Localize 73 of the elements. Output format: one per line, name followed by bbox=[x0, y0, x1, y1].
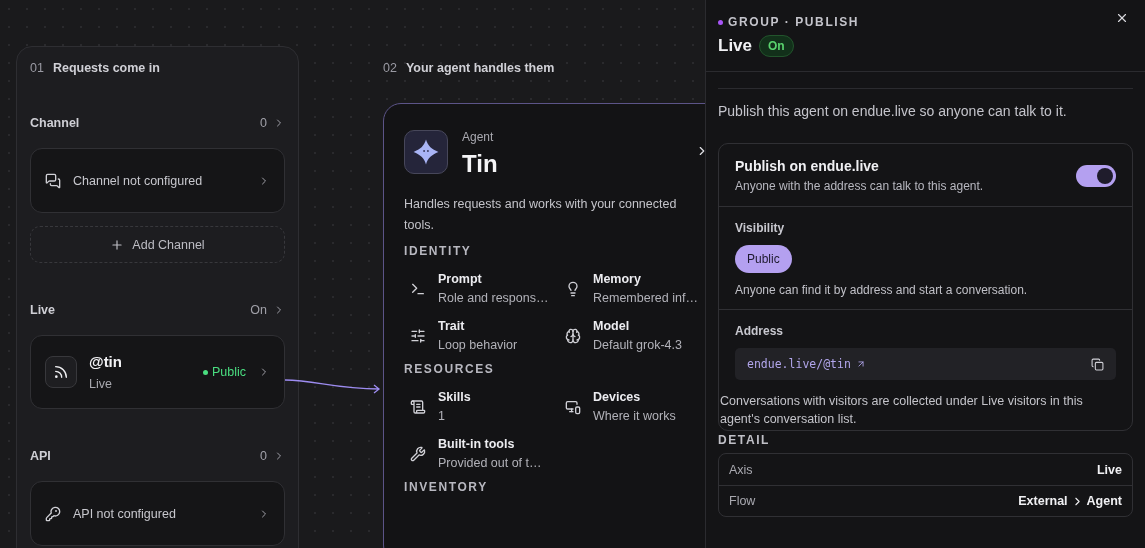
plus-icon bbox=[110, 237, 125, 252]
key-icon bbox=[45, 505, 61, 522]
live-handle: @tin bbox=[89, 353, 123, 370]
stage-title: Requests come in bbox=[52, 61, 160, 75]
detail-value: Live bbox=[1097, 462, 1122, 477]
close-button[interactable] bbox=[1115, 11, 1129, 25]
item-subtitle: Provided out of t… bbox=[438, 456, 542, 470]
agent-name: Tin bbox=[462, 150, 499, 178]
lightbulb-icon bbox=[565, 280, 581, 297]
card-label: Channel not configured bbox=[73, 173, 204, 188]
detail-label: Flow bbox=[729, 494, 756, 508]
detail-value: External bbox=[1018, 494, 1068, 508]
item-subtitle: Role and respons… bbox=[438, 291, 549, 305]
section-heading: RESOURCES bbox=[404, 362, 496, 376]
live-subtitle: Live bbox=[89, 377, 113, 391]
publish-title: Publish on endue.live bbox=[735, 158, 880, 174]
group-count: 0 bbox=[260, 449, 267, 463]
section-heading: IDENTITY bbox=[404, 244, 473, 258]
visibility-hint: Anyone can find it by address and start a conversation. bbox=[735, 283, 1029, 297]
chat-bubbles-icon bbox=[45, 172, 61, 189]
item-subtitle: Where it works bbox=[593, 409, 676, 423]
wrench-icon bbox=[410, 445, 426, 462]
item-subtitle: Loop behavior bbox=[438, 338, 518, 352]
stage-number: 01 bbox=[30, 61, 44, 75]
item-title[interactable]: Devices bbox=[593, 390, 676, 404]
publish-toggle[interactable] bbox=[1076, 164, 1116, 187]
item-title[interactable]: Skills bbox=[438, 390, 471, 404]
signal-arcs-icon bbox=[53, 364, 69, 380]
sliders-icon bbox=[410, 327, 426, 344]
copy-icon[interactable] bbox=[1091, 357, 1104, 371]
detail-label: Axis bbox=[729, 462, 753, 477]
item-subtitle: Default grok-4.3 bbox=[593, 338, 682, 352]
api-card[interactable]: API not configured bbox=[30, 481, 285, 546]
detail-value: Agent bbox=[1086, 494, 1122, 508]
group-count: On bbox=[250, 303, 267, 317]
scroll-icon bbox=[410, 398, 426, 415]
publish-description: Anyone with the address can talk to this agent. bbox=[735, 179, 984, 193]
add-channel-button[interactable]: Add Channel bbox=[30, 226, 285, 263]
stage-title: Your agent handles them bbox=[405, 61, 555, 75]
external-link-icon bbox=[855, 359, 866, 369]
item-subtitle: 1 bbox=[438, 409, 446, 423]
group-label: API bbox=[30, 449, 51, 463]
group-label: Channel bbox=[30, 116, 80, 130]
item-title[interactable]: Memory bbox=[593, 272, 698, 286]
item-subtitle: Remembered inf… bbox=[593, 291, 698, 305]
item-title[interactable]: Prompt bbox=[438, 272, 549, 286]
card-label: API not configured bbox=[73, 506, 177, 521]
group-count: 0 bbox=[260, 116, 267, 130]
devices-icon bbox=[565, 398, 581, 415]
panel-eyebrow: GROUP · PUBLISH bbox=[728, 15, 860, 29]
live-card[interactable]: @tin Live Public bbox=[30, 335, 285, 409]
item-title[interactable]: Built-in tools bbox=[438, 437, 542, 451]
panel-intro: Publish this agent on endue.live so anyone can talk to it. bbox=[718, 103, 1068, 119]
agent-description: Handles requests and works with your connected tools. bbox=[404, 196, 678, 234]
section-heading: INVENTORY bbox=[404, 480, 489, 494]
agent-label: Agent bbox=[462, 130, 495, 144]
status-badge: On bbox=[759, 35, 794, 57]
detail-heading: DETAIL bbox=[718, 433, 772, 447]
visibility-option[interactable]: Public bbox=[735, 245, 792, 273]
group-dot bbox=[718, 19, 723, 25]
address-link[interactable]: endue.live/@tin bbox=[747, 357, 866, 371]
visibility-label: Visibility bbox=[735, 221, 786, 235]
panel-title: Live bbox=[718, 36, 753, 56]
brain-icon bbox=[565, 327, 581, 344]
visitors-note: Conversations with visitors are collected under Live visitors in this agent's conversation list. bbox=[719, 393, 1084, 428]
channel-card[interactable]: Channel not configured bbox=[30, 148, 285, 213]
status-label: Public bbox=[211, 365, 246, 379]
address-label: Address bbox=[735, 324, 785, 338]
item-title[interactable]: Model bbox=[593, 319, 682, 333]
group-label: Live bbox=[30, 303, 55, 317]
item-title[interactable]: Trait bbox=[438, 319, 518, 333]
star-avatar-icon bbox=[404, 130, 448, 174]
stage-number: 02 bbox=[383, 61, 397, 75]
